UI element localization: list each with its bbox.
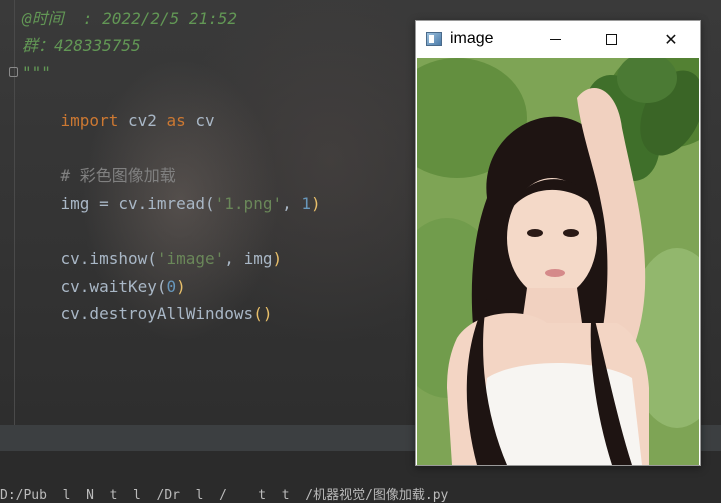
minimize-icon <box>549 39 561 40</box>
close-paren: ) <box>272 249 283 268</box>
module-name: cv2 <box>118 111 167 130</box>
window-app-icon <box>426 32 442 46</box>
image-window[interactable]: image ✕ <box>415 20 701 466</box>
code-line-2[interactable]: 群：428335755 <box>22 36 141 56</box>
code-line-imread[interactable]: img = cv.imread('1.png', 1) <box>22 174 321 234</box>
alias-name: cv <box>185 111 215 130</box>
close-paren: ) <box>311 194 321 213</box>
window-title: image <box>450 30 494 47</box>
maximize-icon <box>605 34 617 45</box>
close-button[interactable]: ✕ <box>648 21 694 58</box>
code-line-3[interactable]: """ <box>22 63 51 83</box>
photo-illustration <box>417 58 699 465</box>
close-icon: ✕ <box>664 30 678 49</box>
keyword-as: as <box>166 111 186 130</box>
img-arg: , img <box>224 249 273 268</box>
minimize-button[interactable] <box>532 21 578 58</box>
code-line-import[interactable]: import cv2 as cv <box>22 91 215 151</box>
code-line-destroy[interactable]: cv.destroyAllWindows() <box>22 284 273 344</box>
console-output-line: D:/Pub l N t l /Dr l / t t /机器视觉/图像加载.py <box>0 488 449 503</box>
fold-icon[interactable] <box>9 67 18 77</box>
gutter-divider <box>14 0 15 425</box>
window-titlebar[interactable]: image ✕ <box>416 21 700 58</box>
filename-string: '1.png' <box>214 194 283 213</box>
displayed-image <box>417 58 699 465</box>
code-line-1[interactable]: @时间 : 2022/2/5 21:52 <box>22 9 237 29</box>
flag-number: 1 <box>301 194 311 213</box>
call-parens: () <box>253 304 273 323</box>
arg-separator: , <box>282 194 302 213</box>
maximize-button[interactable] <box>588 21 634 58</box>
imread-call: img = cv.imread( <box>60 194 215 213</box>
destroy-call: cv.destroyAllWindows <box>60 304 254 323</box>
keyword-import: import <box>60 111 119 130</box>
